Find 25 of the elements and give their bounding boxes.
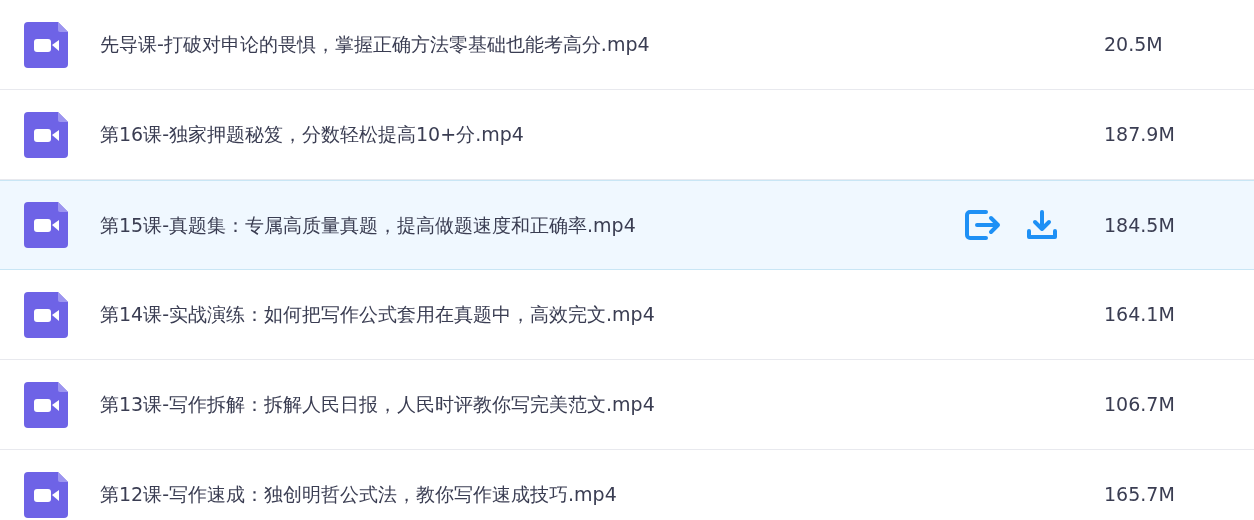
file-row[interactable]: 第14课-实战演练：如何把写作公式套用在真题中，高效完文.mp4 164.1M bbox=[0, 270, 1254, 360]
file-size: 187.9M bbox=[1104, 122, 1176, 148]
file-name: 第14课-实战演练：如何把写作公式套用在真题中，高效完文.mp4 bbox=[100, 302, 656, 328]
file-size: 165.7M bbox=[1104, 482, 1176, 508]
video-file-icon bbox=[24, 291, 68, 338]
video-file-icon bbox=[24, 202, 68, 248]
file-row[interactable]: 第13课-写作拆解：拆解人民日报，人民时评教你写完美范文.mp4 106.7M bbox=[0, 360, 1254, 450]
file-name: 第16课-独家押题秘笈，分数轻松提高10+分.mp4 bbox=[100, 122, 525, 148]
file-size: 164.1M bbox=[1104, 302, 1176, 328]
file-row[interactable]: 第12课-写作速成：独创明哲公式法，教你写作速成技巧.mp4 165.7M bbox=[0, 450, 1254, 520]
file-name: 第13课-写作拆解：拆解人民日报，人民时评教你写完美范文.mp4 bbox=[100, 392, 656, 418]
share-icon[interactable] bbox=[964, 209, 1002, 241]
file-name: 第12课-写作速成：独创明哲公式法，教你写作速成技巧.mp4 bbox=[100, 482, 618, 508]
file-size: 184.5M bbox=[1104, 212, 1176, 238]
file-name: 先导课-打破对申论的畏惧，掌握正确方法零基础也能考高分.mp4 bbox=[100, 32, 651, 58]
file-name: 第15课-真题集：专属高质量真题，提高做题速度和正确率.mp4 bbox=[100, 212, 637, 238]
video-file-icon bbox=[24, 21, 68, 68]
file-size: 106.7M bbox=[1104, 392, 1176, 418]
file-row[interactable]: 第15课-真题集：专属高质量真题，提高做题速度和正确率.mp4 184.5M bbox=[0, 180, 1254, 270]
video-file-icon bbox=[24, 111, 68, 158]
video-file-icon bbox=[24, 471, 68, 518]
file-size: 20.5M bbox=[1104, 32, 1164, 58]
file-row[interactable]: 先导课-打破对申论的畏惧，掌握正确方法零基础也能考高分.mp4 20.5M bbox=[0, 0, 1254, 90]
download-icon[interactable] bbox=[1026, 209, 1058, 241]
video-file-icon bbox=[24, 381, 68, 428]
